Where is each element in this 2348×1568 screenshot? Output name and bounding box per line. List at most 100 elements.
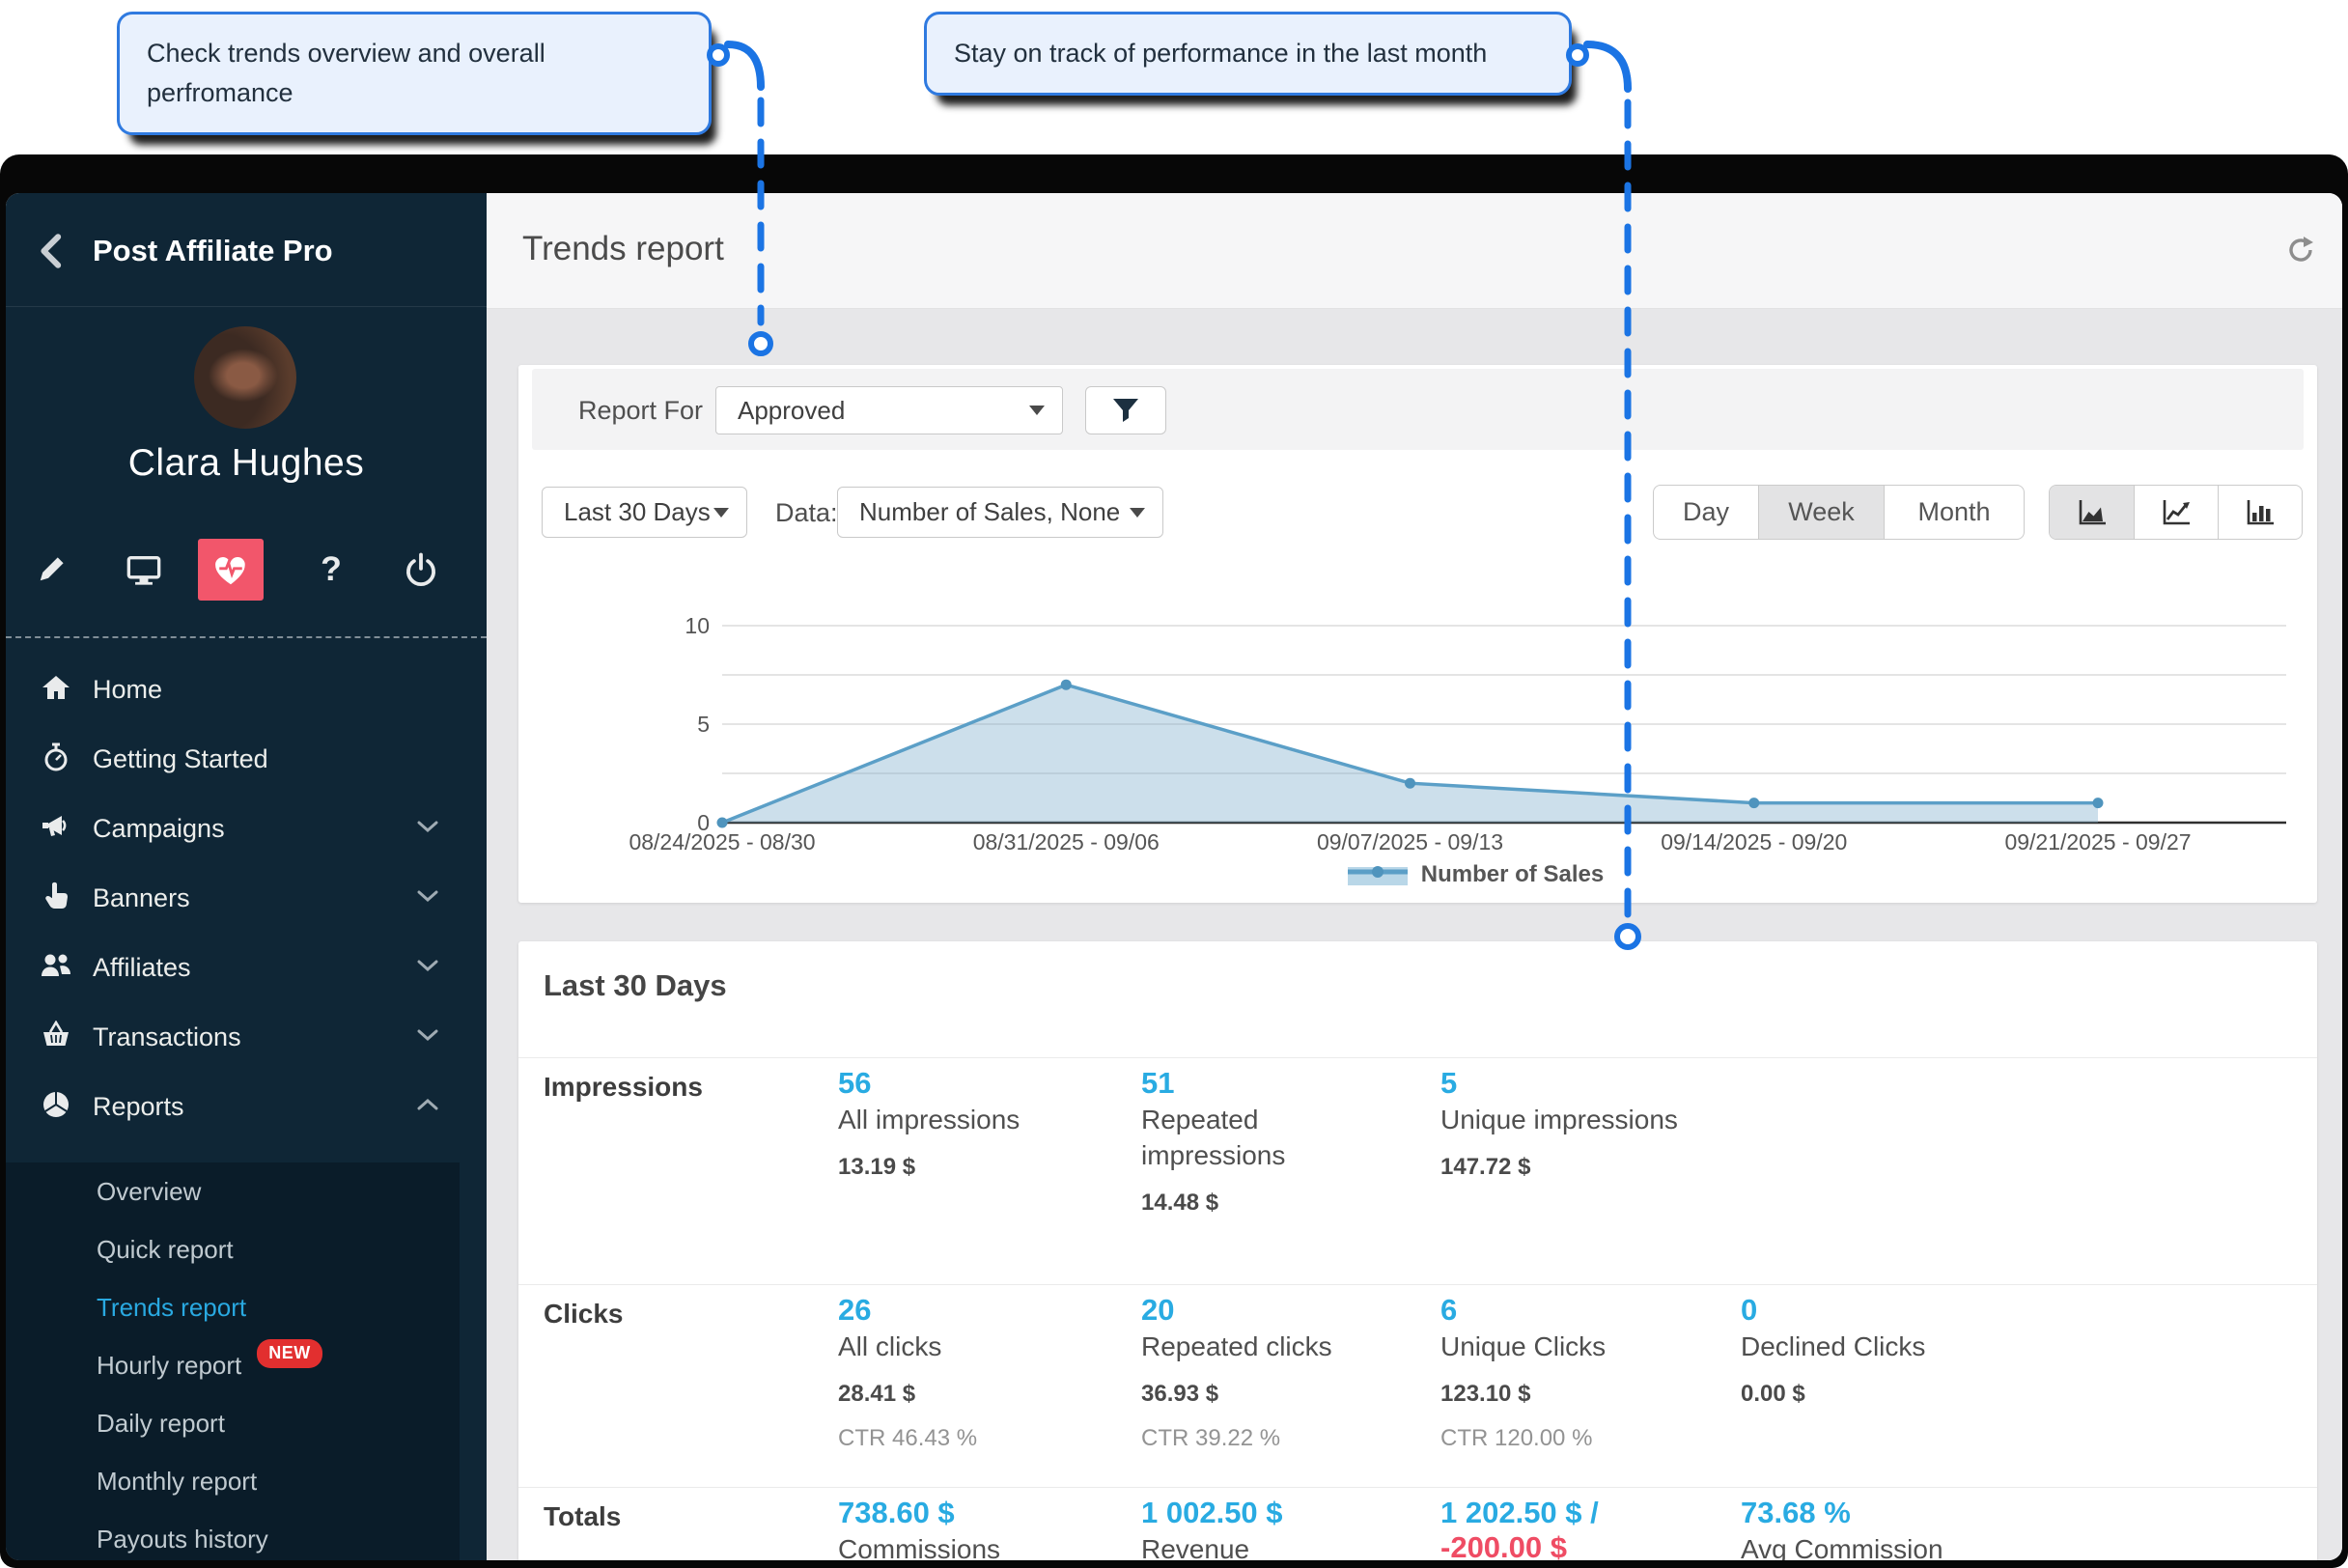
- sidebar-item-label: Affiliates: [93, 953, 191, 983]
- line-chart-icon: [2160, 497, 2193, 528]
- granularity-toggle: Day Week Month: [1653, 485, 2025, 540]
- stat-revenue: 1 002.50 $ Revenue: [1141, 1496, 1383, 1560]
- stat-ctr: CTR 120.00 %: [1440, 1425, 1682, 1452]
- sidebar-item-label: Getting Started: [93, 744, 268, 774]
- summary-title: Last 30 Days: [544, 968, 727, 1003]
- trends-chart-card: Report For Approved Last 30 Days: [518, 365, 2317, 903]
- stat-value: 738.60 $: [838, 1496, 1079, 1530]
- refresh-icon: [2284, 234, 2317, 266]
- sidebar-header: Post Affiliate Pro: [6, 193, 487, 307]
- data-point[interactable]: [717, 818, 728, 828]
- area-chart-button[interactable]: [2050, 486, 2134, 539]
- data-series-dropdown[interactable]: Number of Sales, None: [837, 487, 1163, 538]
- sidebar-item-home[interactable]: Home: [6, 655, 487, 724]
- logout-button[interactable]: [400, 548, 442, 591]
- main-area: Trends report Report For Approved: [487, 193, 2342, 1560]
- bar-chart-button[interactable]: [2218, 486, 2302, 539]
- stat-name: Commissions: [838, 1532, 1079, 1560]
- sidebar-item-label: Transactions: [93, 1022, 241, 1052]
- line-chart-button[interactable]: [2134, 486, 2218, 539]
- stat-name: Unique impressions: [1440, 1103, 1682, 1138]
- submenu-item-hourly-report[interactable]: Hourly report NEW: [6, 1336, 460, 1394]
- series-swatch-icon: [1348, 864, 1408, 885]
- submenu-item-payouts-history[interactable]: Payouts history: [6, 1510, 460, 1560]
- chart-type-toggle: [2049, 485, 2303, 540]
- y-tick-label: 5: [697, 712, 710, 737]
- legend-label: Number of Sales: [1421, 861, 1604, 888]
- sidebar-item-label: Home: [93, 675, 162, 705]
- stat-ctr: CTR 46.43 %: [838, 1425, 1079, 1452]
- megaphone-icon: [39, 812, 73, 846]
- user-name: Clara Hughes: [6, 442, 487, 485]
- date-range-dropdown[interactable]: Last 30 Days: [542, 487, 747, 538]
- help-button[interactable]: ?: [310, 548, 352, 591]
- stat-money: 0.00 $: [1741, 1381, 1982, 1408]
- row-label: Impressions: [544, 1072, 703, 1103]
- tooltip1-text: Check trends overview and overall perfro…: [147, 39, 545, 107]
- stat-money: 28.41 $: [838, 1381, 1079, 1408]
- pencil-icon: [34, 552, 69, 587]
- app-window: Post Affiliate Pro Clara Hughes: [0, 154, 2348, 1568]
- tooltip1-anchor-dot: [710, 46, 727, 64]
- submenu-item-quick-report[interactable]: Quick report: [6, 1220, 460, 1278]
- tooltip-last-month: Stay on track of performance in the last…: [924, 12, 1572, 96]
- submenu-label: Monthly report: [97, 1467, 257, 1497]
- sidebar-item-campaigns[interactable]: Campaigns: [6, 794, 487, 863]
- stat-name: All impressions: [838, 1103, 1079, 1138]
- caret-down-icon: [1130, 508, 1145, 518]
- question-icon: ?: [314, 550, 349, 589]
- avatar[interactable]: [194, 326, 296, 429]
- submenu-item-monthly-report[interactable]: Monthly report: [6, 1452, 460, 1510]
- stat-value: 51: [1141, 1066, 1383, 1101]
- impressions-row: Impressions 56 All impressions 13.19 $ 5…: [518, 1057, 2317, 1284]
- chevron-up-icon: [417, 1098, 438, 1116]
- stat-total-revenue-cost: 1 202.50 $ / -200.00 $ Total revenue / c…: [1440, 1496, 1682, 1560]
- sidebar-item-banners[interactable]: Banners: [6, 863, 487, 933]
- refresh-button[interactable]: [2284, 234, 2319, 268]
- submenu-label: Payouts history: [97, 1525, 268, 1554]
- bar-chart-icon: [2244, 497, 2277, 528]
- data-point[interactable]: [2093, 798, 2104, 808]
- submenu-label: Daily report: [97, 1409, 225, 1439]
- x-tick-label: 08/24/2025 - 08/30: [629, 829, 815, 854]
- x-tick-label: 08/31/2025 - 09/06: [973, 829, 1160, 854]
- display-settings-button[interactable]: [123, 548, 165, 591]
- collapse-sidebar-button[interactable]: [33, 230, 71, 272]
- totals-row: Totals 738.60 $ Commissions 1 002.50 $ R…: [518, 1487, 2317, 1560]
- trends-area-chart[interactable]: 051008/24/2025 - 08/3008/31/2025 - 09/06…: [518, 597, 2317, 896]
- tooltip-trends-overview: Check trends overview and overall perfro…: [117, 12, 712, 135]
- submenu-label: Quick report: [97, 1235, 234, 1265]
- x-tick-label: 09/14/2025 - 09/20: [1661, 829, 1847, 854]
- granularity-week-button[interactable]: Week: [1758, 486, 1884, 539]
- stat-value-negative: -200.00 $: [1440, 1530, 1682, 1560]
- data-point[interactable]: [1061, 680, 1072, 690]
- funnel-icon: [1111, 397, 1140, 424]
- sidebar-item-getting-started[interactable]: Getting Started: [6, 724, 487, 794]
- granularity-day-button[interactable]: Day: [1654, 486, 1758, 539]
- stat-value: 56: [838, 1066, 1079, 1101]
- pie-chart-icon: [39, 1089, 73, 1125]
- report-for-dropdown[interactable]: Approved: [715, 386, 1063, 434]
- submenu-item-daily-report[interactable]: Daily report: [6, 1394, 460, 1452]
- stat-ctr: CTR 39.22 %: [1141, 1425, 1383, 1452]
- edit-profile-button[interactable]: [30, 548, 72, 591]
- heart-pulse-icon: [211, 551, 250, 588]
- stat-value: 26: [838, 1293, 1079, 1328]
- stat-value: 6: [1440, 1293, 1682, 1328]
- row-label: Totals: [544, 1501, 621, 1532]
- submenu-item-overview[interactable]: Overview: [6, 1162, 460, 1220]
- health-status-button[interactable]: [198, 539, 264, 601]
- sidebar-item-affiliates[interactable]: Affiliates: [6, 933, 487, 1002]
- data-point[interactable]: [1405, 778, 1415, 789]
- submenu-item-trends-report[interactable]: Trends report: [6, 1278, 460, 1336]
- granularity-month-button[interactable]: Month: [1884, 486, 2024, 539]
- stat-repeated-clicks: 20 Repeated clicks 36.93 $ CTR 39.22 %: [1141, 1293, 1383, 1452]
- quick-actions: ?: [6, 533, 487, 606]
- data-point[interactable]: [1748, 798, 1759, 808]
- filter-button[interactable]: [1085, 386, 1166, 434]
- stat-declined-clicks: 0 Declined Clicks 0.00 $: [1741, 1293, 1982, 1408]
- sidebar-item-transactions[interactable]: Transactions: [6, 1002, 487, 1072]
- stat-all-clicks: 26 All clicks 28.41 $ CTR 46.43 %: [838, 1293, 1079, 1452]
- sidebar-item-reports[interactable]: Reports: [6, 1072, 487, 1141]
- home-icon: [39, 673, 73, 707]
